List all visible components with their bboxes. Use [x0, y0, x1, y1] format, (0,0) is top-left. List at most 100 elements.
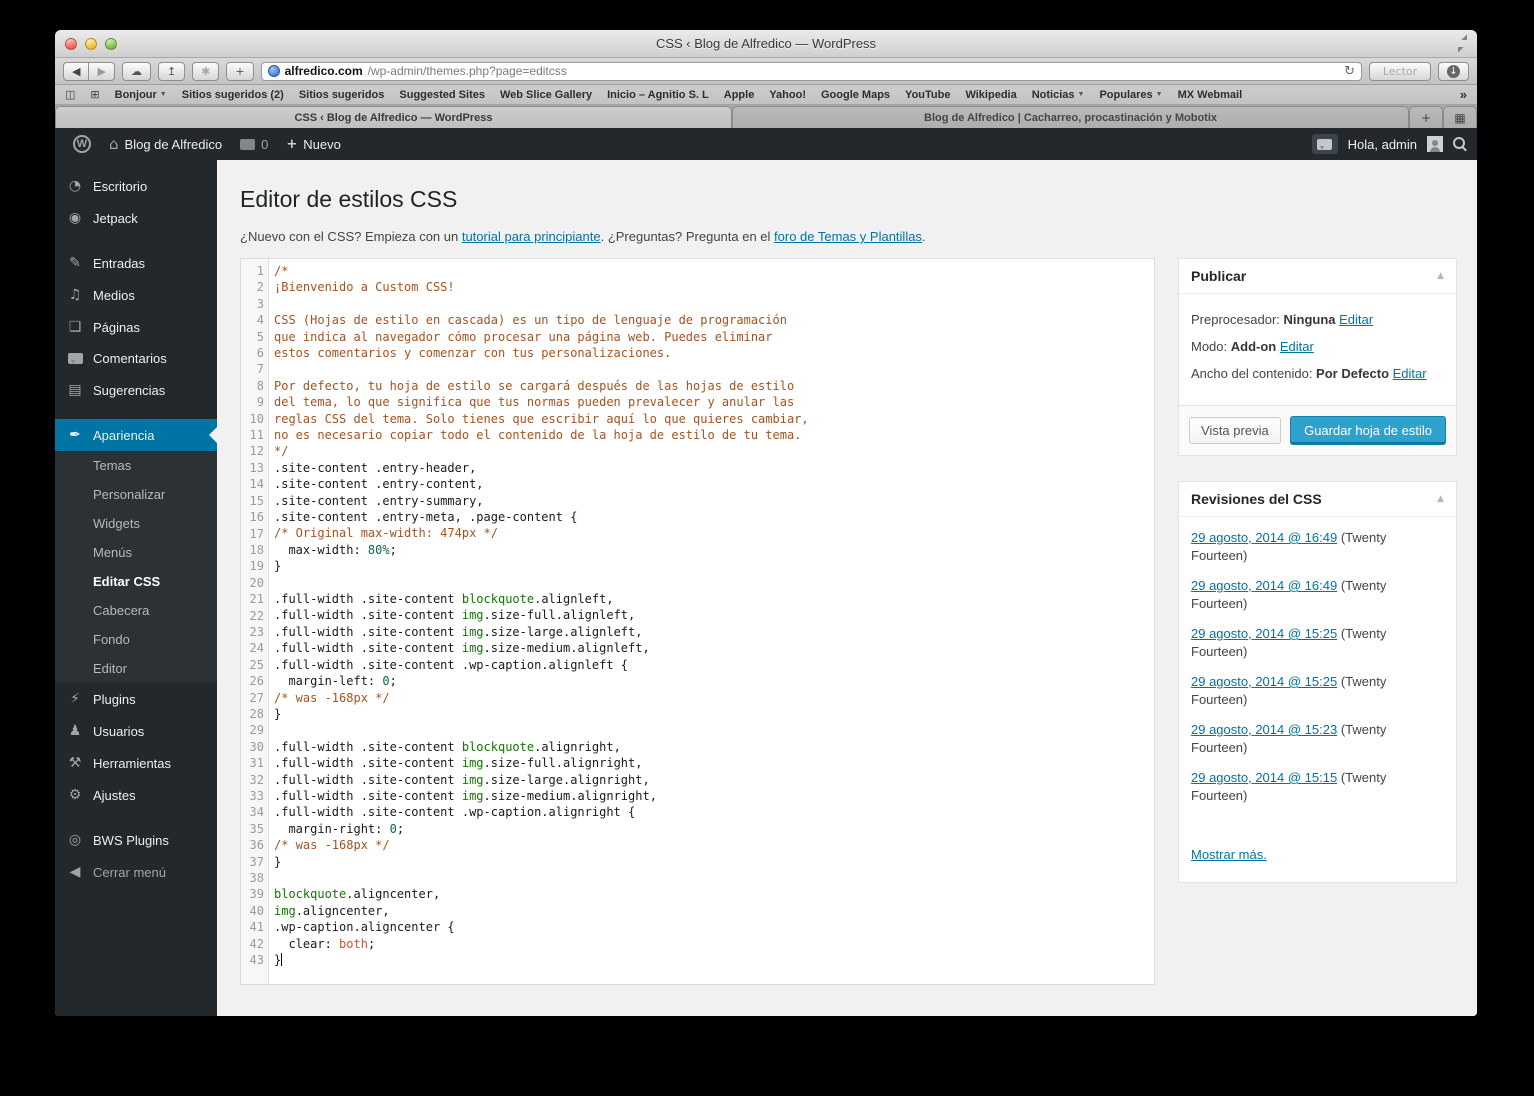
bookmark-item[interactable]: Apple	[724, 89, 755, 101]
back-button[interactable]: ◀	[63, 61, 89, 81]
code-line[interactable]: margin-right: 0;	[274, 821, 1154, 837]
code-line[interactable]: .full-width .site-content img.size-large…	[274, 772, 1154, 788]
search-icon[interactable]	[1453, 137, 1467, 151]
revision-link[interactable]: 29 agosto, 2014 @ 15:25	[1191, 626, 1337, 641]
edit-setting-link[interactable]: Editar	[1393, 366, 1427, 381]
code-line[interactable]: .full-width .site-content img.size-full.…	[274, 755, 1154, 771]
code-line[interactable]: img.aligncenter,	[274, 903, 1154, 919]
intro-link[interactable]: tutorial para principiante	[462, 229, 601, 244]
code-line[interactable]: .full-width .site-content img.size-large…	[274, 624, 1154, 640]
bookmark-item[interactable]: Bonjour ▼	[115, 89, 167, 101]
sidebar-item-editor[interactable]: Editor	[55, 654, 217, 683]
code-line[interactable]: .full-width .site-content img.size-full.…	[274, 607, 1154, 623]
code-line[interactable]: }	[274, 952, 1154, 968]
code-line[interactable]: reglas CSS del tema. Solo tienes que esc…	[274, 411, 1154, 427]
revision-link[interactable]: 29 agosto, 2014 @ 15:25	[1191, 674, 1337, 689]
reading-list-icon[interactable]: ◫	[65, 88, 75, 101]
sidebar-item-temas[interactable]: Temas	[55, 451, 217, 480]
top-sites-button[interactable]: ✱	[192, 61, 220, 81]
titlebar[interactable]: CSS ‹ Blog de Alfredico — WordPress	[55, 30, 1477, 58]
code-line[interactable]: /* was -168px */	[274, 837, 1154, 853]
bookmark-item[interactable]: Sitios sugeridos (2)	[182, 89, 284, 101]
bookmark-item[interactable]: Yahoo!	[769, 89, 806, 101]
code-line[interactable]	[274, 722, 1154, 738]
new-tab-button[interactable]: +	[226, 61, 254, 81]
comments-menu[interactable]: 0	[232, 128, 276, 160]
code-line[interactable]: /*	[274, 263, 1154, 279]
code-line[interactable]: CSS (Hojas de estilo en cascada) es un t…	[274, 312, 1154, 328]
bookmark-item[interactable]: Populares ▼	[1099, 89, 1162, 101]
sidebar-item-herramientas[interactable]: ⚒ Herramientas	[55, 747, 217, 779]
code-line[interactable]: estos comentarios y comenzar con tus per…	[274, 345, 1154, 361]
code-line[interactable]: .full-width .site-content img.size-mediu…	[274, 788, 1154, 804]
show-more-link[interactable]: Mostrar más.	[1191, 847, 1267, 862]
bookmarks-overflow-icon[interactable]: »	[1460, 87, 1467, 102]
code-line[interactable]: .full-width .site-content img.size-mediu…	[274, 640, 1154, 656]
code-line[interactable]: .site-content .entry-content,	[274, 476, 1154, 492]
sidebar-item-p-ginas[interactable]: ❏ Páginas	[55, 311, 217, 343]
bookmark-item[interactable]: Inicio – Agnitio S. L	[607, 89, 709, 101]
bookmark-item[interactable]: Sitios sugeridos	[299, 89, 385, 101]
zoom-window-button[interactable]	[105, 38, 117, 50]
revision-link[interactable]: 29 agosto, 2014 @ 16:49	[1191, 578, 1337, 593]
collapse-panel-icon[interactable]: ▲	[1437, 494, 1444, 504]
revision-link[interactable]: 29 agosto, 2014 @ 15:15	[1191, 770, 1337, 785]
edit-setting-link[interactable]: Editar	[1339, 312, 1373, 327]
code-line[interactable]: .full-width .site-content blockquote.ali…	[274, 739, 1154, 755]
sidebar-item-fondo[interactable]: Fondo	[55, 625, 217, 654]
code-lines[interactable]: /* ¡Bienvenido a Custom CSS! CSS (Hojas de…	[269, 259, 1154, 984]
sidebar-item-entradas[interactable]: ✎ Entradas	[55, 247, 217, 279]
code-line[interactable]: }	[274, 558, 1154, 574]
code-line[interactable]	[274, 575, 1154, 591]
revision-link[interactable]: 29 agosto, 2014 @ 15:23	[1191, 722, 1337, 737]
sidebar-item-editar-css[interactable]: Editar CSS	[55, 567, 217, 596]
code-line[interactable]: .wp-caption.aligncenter {	[274, 919, 1154, 935]
code-line[interactable]: del tema, lo que significa que tus norma…	[274, 394, 1154, 410]
account-greeting[interactable]: Hola, admin	[1348, 137, 1417, 152]
sidebar-item-jetpack[interactable]: ◉ Jetpack	[55, 202, 217, 234]
code-line[interactable]: margin-left: 0;	[274, 673, 1154, 689]
minimize-window-button[interactable]	[85, 38, 97, 50]
tab-inactive[interactable]: Blog de Alfredico | Cacharreo, procastin…	[732, 106, 1409, 128]
bookmark-item[interactable]: Noticias ▼	[1032, 89, 1085, 101]
notifications-button[interactable]	[1311, 134, 1338, 154]
bookmark-item[interactable]: Google Maps	[821, 89, 890, 101]
top-sites-grid-icon[interactable]: ⊞	[90, 88, 99, 101]
code-line[interactable]: max-width: 80%;	[274, 542, 1154, 558]
bookmark-item[interactable]: Suggested Sites	[399, 89, 485, 101]
sidebar-item-men-s[interactable]: Menús	[55, 538, 217, 567]
sidebar-item-cerrar-men-[interactable]: ◀ Cerrar menú	[55, 856, 217, 888]
code-line[interactable]	[274, 296, 1154, 312]
revision-link[interactable]: 29 agosto, 2014 @ 16:49	[1191, 530, 1337, 545]
code-line[interactable]: .site-content .entry-header,	[274, 460, 1154, 476]
code-line[interactable]: no es necesario copiar todo el contenido…	[274, 427, 1154, 443]
code-line[interactable]: /* was -168px */	[274, 690, 1154, 706]
code-line[interactable]: }	[274, 706, 1154, 722]
sidebar-item-apariencia[interactable]: ✒ Apariencia	[55, 419, 217, 451]
avatar[interactable]	[1427, 136, 1443, 152]
sidebar-item-usuarios[interactable]: ♟ Usuarios	[55, 715, 217, 747]
reload-icon[interactable]: ↻	[1344, 64, 1355, 79]
sidebar-item-bws-plugins[interactable]: ◎ BWS Plugins	[55, 824, 217, 856]
code-line[interactable]: ¡Bienvenido a Custom CSS!	[274, 279, 1154, 295]
bookmark-item[interactable]: YouTube	[905, 89, 950, 101]
close-window-button[interactable]	[65, 38, 77, 50]
collapse-panel-icon[interactable]: ▲	[1437, 271, 1444, 281]
address-bar[interactable]: alfredico.com/wp-admin/themes.php?page=e…	[260, 61, 1362, 81]
code-line[interactable]: blockquote.aligncenter,	[274, 886, 1154, 902]
intro-link[interactable]: foro de Temas y Plantillas	[774, 229, 922, 244]
edit-setting-link[interactable]: Editar	[1280, 339, 1314, 354]
bookmark-item[interactable]: Web Slice Gallery	[500, 89, 592, 101]
fullscreen-icon[interactable]	[1456, 37, 1469, 50]
bookmark-item[interactable]: MX Webmail	[1178, 89, 1243, 101]
add-tab-button[interactable]: +	[1409, 106, 1443, 128]
icloud-tabs-button[interactable]: ☁	[121, 61, 151, 81]
sidebar-item-medios[interactable]: ♫ Medios	[55, 279, 217, 311]
tab-active[interactable]: CSS ‹ Blog de Alfredico — WordPress	[55, 106, 732, 128]
code-line[interactable]: /* Original max-width: 474px */	[274, 525, 1154, 541]
sidebar-item-cabecera[interactable]: Cabecera	[55, 596, 217, 625]
sidebar-item-ajustes[interactable]: ⚙ Ajustes	[55, 779, 217, 811]
bookmark-item[interactable]: Wikipedia	[965, 89, 1016, 101]
forward-button[interactable]: ▶	[88, 61, 115, 81]
save-stylesheet-button[interactable]: Guardar hoja de estilo	[1290, 416, 1446, 445]
